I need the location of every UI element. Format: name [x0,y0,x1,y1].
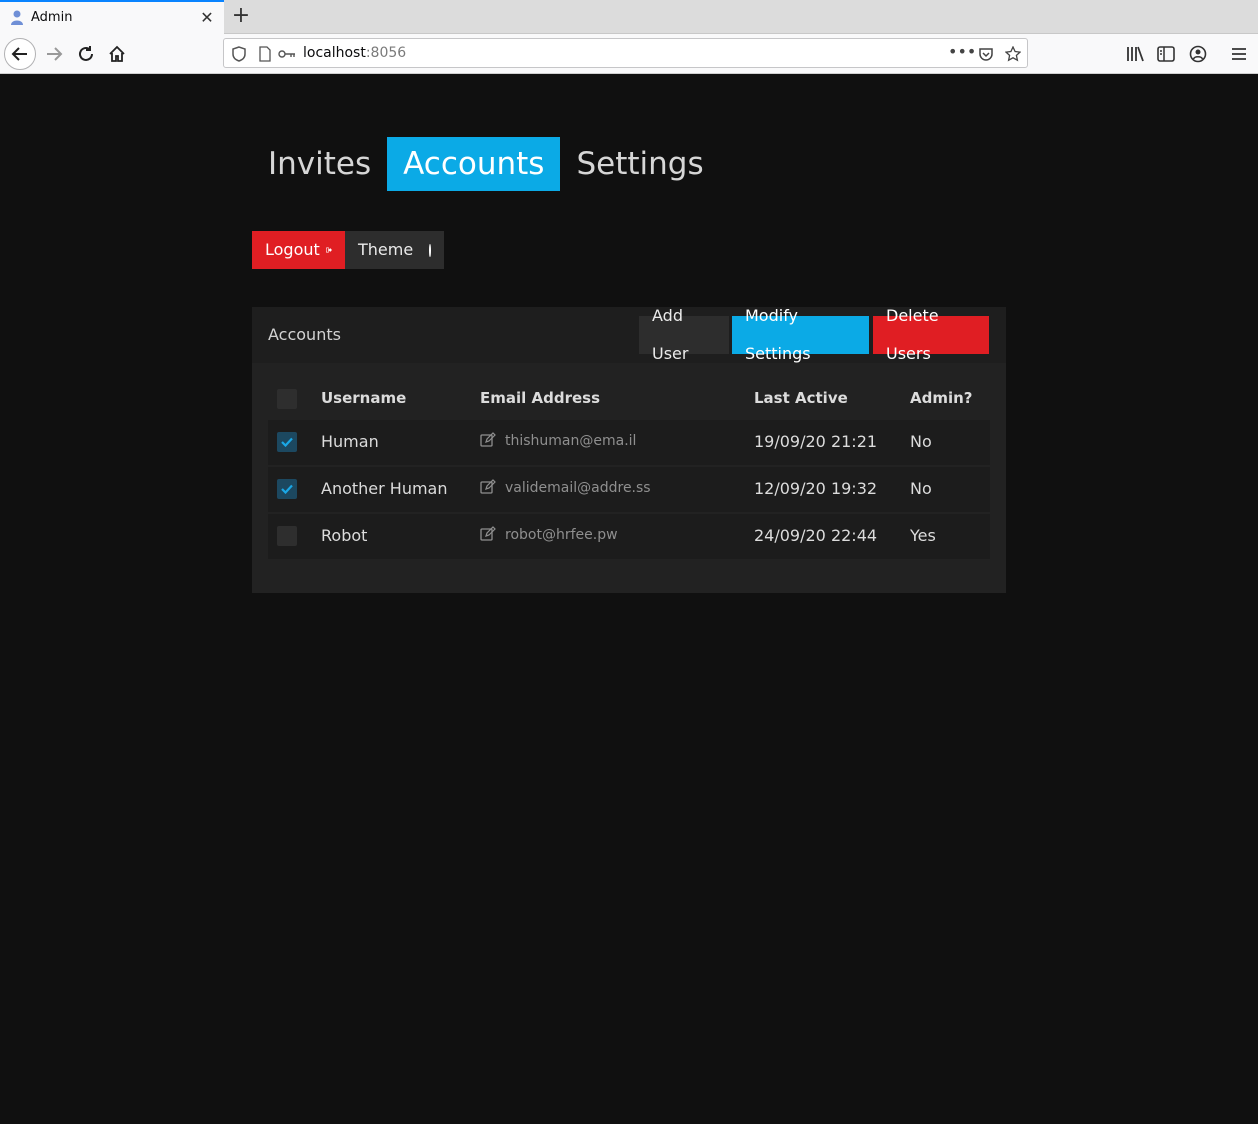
row-checkbox[interactable] [277,432,297,452]
admin-cell: No [910,432,932,451]
edit-icon[interactable] [480,479,496,495]
table-row[interactable]: Robot robot@hrfee.pw 24/09/20 22:44 Yes [268,514,990,559]
browser-tab-title: Admin [31,10,73,25]
tab-invites[interactable]: Invites [252,137,387,191]
column-last-active: Last Active [754,389,848,407]
edit-icon[interactable] [480,432,496,448]
reload-button[interactable] [70,38,102,70]
accounts-title: Accounts [268,325,341,344]
url-text: localhost:8056 [303,45,407,61]
sign-out-icon [325,247,332,253]
arrow-right-icon [47,47,63,61]
select-all-checkbox[interactable] [277,389,297,409]
email-cell: robot@hrfee.pw [505,527,618,543]
delete-users-button[interactable]: Delete Users [873,306,989,363]
forward-button[interactable] [38,38,70,70]
browser-tabbar: Admin ✕ + [0,0,1258,34]
browser-tab-admin[interactable]: Admin ✕ [0,0,224,34]
table-row[interactable]: Another Human validemail@addre.ss 12/09/… [268,467,990,512]
home-icon [109,45,125,62]
user-icon [11,10,23,25]
table-row[interactable]: Human thishuman@ema.il 19/09/20 21:21 No [268,420,990,465]
main-nav: Invites Accounts Settings [252,137,720,191]
browser-navbar: localhost:8056 ••• [0,34,1258,74]
new-tab-button[interactable]: + [229,3,253,29]
delete-users-label: Delete Users [886,306,939,363]
modify-settings-label: Modify Settings [745,306,811,363]
last-active-cell: 19/09/20 21:21 [754,432,878,451]
tab-settings[interactable]: Settings [560,137,719,191]
home-button[interactable] [101,38,133,70]
reload-icon [79,46,93,61]
add-user-label: Add User [652,306,689,363]
check-icon [281,484,293,494]
row-checkbox[interactable] [277,479,297,499]
arrow-left-icon [11,47,27,61]
modify-settings-button[interactable]: Modify Settings [732,306,869,363]
theme-toggle[interactable]: Theme [345,231,444,269]
column-admin: Admin? [910,389,973,407]
logout-button[interactable]: Logout [252,231,345,269]
page: Invites Accounts Settings Logout Theme A… [0,75,1258,1124]
username-cell: Another Human [321,479,448,498]
column-username: Username [321,389,407,407]
logout-label: Logout [265,240,320,259]
check-icon [281,437,293,447]
library-icon[interactable] [1125,44,1145,64]
column-email: Email Address [480,389,601,407]
username-cell: Human [321,432,379,451]
admin-cell: No [910,479,932,498]
star-icon[interactable] [1005,46,1021,62]
accounts-card-header: Accounts Add User Modify Settings Delete… [252,306,1006,363]
account-icon[interactable] [1188,44,1208,64]
url-bar[interactable]: localhost:8056 ••• [223,38,1028,68]
username-cell: Robot [321,526,368,545]
back-button[interactable] [4,38,36,70]
email-cell: thishuman@ema.il [505,433,637,449]
last-active-cell: 24/09/20 22:44 [754,526,878,545]
shield-icon [232,46,246,62]
accounts-card: Accounts Add User Modify Settings Delete… [252,306,1006,593]
sidebar-icon[interactable] [1156,44,1176,64]
pocket-icon[interactable] [978,46,994,62]
theme-dot-icon [429,243,431,257]
key-icon [278,50,295,58]
row-checkbox[interactable] [277,526,297,546]
email-cell: validemail@addre.ss [505,480,651,496]
more-icon[interactable]: ••• [948,42,976,61]
theme-label: Theme [358,240,414,259]
add-user-button[interactable]: Add User [639,306,729,363]
last-active-cell: 12/09/20 19:32 [754,479,878,498]
admin-cell: Yes [910,526,936,545]
menu-icon[interactable] [1229,44,1249,64]
tab-accounts[interactable]: Accounts [387,137,561,191]
page-icon [259,46,271,62]
close-icon[interactable]: ✕ [199,8,215,28]
edit-icon[interactable] [480,526,496,542]
